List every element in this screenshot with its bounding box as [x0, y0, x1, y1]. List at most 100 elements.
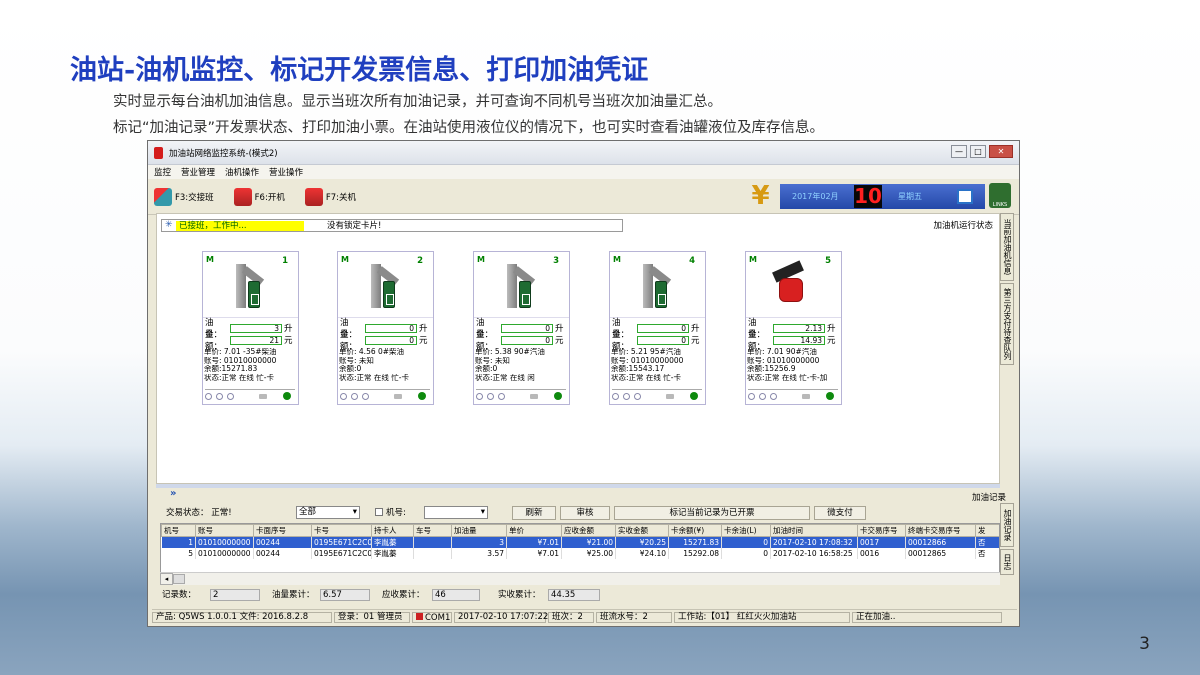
cell: 0 [721, 536, 771, 548]
cell: ¥20.25 [615, 536, 669, 548]
menu-pump-ops[interactable]: 油机操作 [225, 166, 259, 178]
pump-card-5[interactable]: M 5 油量： 2.13 升 金额： 14.93 元 单价: 7.01 90#汽油 账号… [745, 251, 842, 405]
col-unit-price[interactable]: 单价 [506, 524, 562, 537]
product-version: 产品: Q5WS 1.0.0.1 文件: 2016.8.2.8 [152, 612, 332, 623]
amount-unit: 元 [691, 336, 700, 346]
filter-select[interactable]: 全部 [296, 506, 360, 519]
indicator-circle-icon [351, 393, 358, 400]
pump-visual: M 5 [746, 252, 841, 318]
scroll-left-icon[interactable]: ◂ [160, 573, 173, 585]
col-pump-no[interactable]: 机号 [161, 524, 196, 537]
col-invoice[interactable]: 发 [975, 524, 999, 537]
wechat-pay-button[interactable]: 微支付 [814, 506, 866, 520]
cell: ¥7.01 [506, 536, 562, 548]
page-number: 3 [1139, 634, 1150, 654]
table-row[interactable]: 5 01010000000 00244 0195E671C2C0 李胤蓁 3.5… [161, 548, 999, 559]
tab-current-pump-info[interactable]: 当前加油机信息 [1000, 213, 1014, 281]
pump-state: 状态:正常 在线 闲 [475, 373, 535, 382]
col-card-fuel[interactable]: 卡余油(L) [721, 524, 771, 537]
cell: 01010000000 [195, 548, 254, 559]
pump-off-icon [304, 187, 323, 206]
yen-icon: ¥ [751, 181, 770, 211]
pump-card-2[interactable]: M 2 油量： 0 升 金额： 0 元 单价: 4.56 0#柴油 账号: 未知 余额:… [337, 251, 434, 405]
pump-card-3[interactable]: M 3 油量： 0 升 金额： 0 元 单价: 5.38 90#汽油 账号: 未知 余额… [473, 251, 570, 405]
horizontal-scrollbar[interactable]: ◂ [160, 572, 1000, 585]
amount-unit: 元 [284, 336, 293, 346]
col-fuel-time[interactable]: 加油时间 [770, 524, 858, 537]
pump-mode: M [341, 255, 349, 264]
shift-change-button[interactable]: F3:交接班 [154, 187, 214, 206]
workstation: 工作站:【01】 红红火火加油站 [674, 612, 850, 623]
account: 账号: 未知 [475, 356, 510, 365]
menu-business-ops[interactable]: 营业操作 [269, 166, 303, 178]
pump-number: 1 [282, 256, 288, 266]
unit-price: 单价: 5.38 90#汽油 [475, 348, 545, 356]
links-icon[interactable]: LINKS [989, 183, 1011, 208]
share-icon[interactable] [957, 189, 973, 204]
pump-off-label: F7:关机 [325, 192, 357, 203]
cell: 00012865 [905, 548, 976, 559]
account: 账号: 01010000000 [611, 356, 684, 365]
nozzle-icon [643, 264, 672, 308]
unit-price: 单价: 4.56 0#柴油 [339, 348, 405, 356]
records-label: 加油记录 [971, 493, 1006, 503]
shift-change-icon [154, 187, 172, 206]
close-button[interactable]: ✕ [989, 145, 1013, 158]
cell: 否 [975, 536, 999, 548]
col-terminal-trade-no[interactable]: 终端卡交易序号 [905, 524, 976, 537]
pump-card-1[interactable]: M 1 油量： 3 升 金额： 21 元 单价: 7.01 -35#柴油 账号: 010… [202, 251, 299, 405]
col-holder[interactable]: 持卡人 [371, 524, 414, 537]
shift-serial: 班流水号：2 [596, 612, 672, 623]
pump-no-select[interactable] [424, 506, 488, 519]
cell: 李胤蓁 [371, 548, 414, 559]
pump-off-button[interactable]: F7:关机 [304, 187, 357, 206]
refresh-button[interactable]: 刷新 [512, 506, 556, 520]
indicator-circle-icon [216, 393, 223, 400]
tab-third-party-pay-queue[interactable]: 第三方支付待查队列 [1000, 283, 1014, 365]
col-card-balance[interactable]: 卡余额(¥) [668, 524, 722, 537]
pump-state: 状态:正常 在线 忙-卡 [339, 373, 410, 382]
pump-on-button[interactable]: F6:开机 [233, 187, 285, 206]
pump-indicators [340, 392, 432, 402]
status-icon: ✳ [165, 220, 173, 230]
account: 账号: 未知 [339, 356, 374, 365]
indicator-circle-icon [634, 393, 641, 400]
status-bar: 产品: Q5WS 1.0.0.1 文件: 2016.8.2.8 登录：01 管理… [152, 609, 1017, 623]
col-card-face-no[interactable]: 卡面序号 [253, 524, 312, 537]
minimize-button[interactable]: — [951, 145, 967, 158]
pump-no-checkbox[interactable] [375, 508, 383, 516]
col-volume[interactable]: 加油量 [451, 524, 507, 537]
pump-card-4[interactable]: M 4 油量： 0 升 金额： 0 元 单价: 5.21 95#汽油 账号: 01010… [609, 251, 706, 405]
cell: 2017-02-10 17:08:32 [770, 536, 858, 548]
indicator-circle-icon [476, 393, 483, 400]
lower-side-tabs: 加油记录 日志 [1000, 503, 1014, 577]
account: 账号: 01010000000 [747, 356, 820, 365]
nozzle-icon [236, 264, 265, 308]
pump-mode: M [613, 255, 621, 264]
pump-no-filter[interactable]: 机号: [375, 507, 406, 520]
col-card-no[interactable]: 卡号 [311, 524, 372, 537]
tab-fuel-records[interactable]: 加油记录 [1000, 503, 1014, 547]
tab-log[interactable]: 日志 [1000, 549, 1014, 575]
indicator-circle-icon [770, 393, 777, 400]
unit-price: 单价: 7.01 -35#柴油 [204, 348, 277, 356]
weekday: 星期五 [898, 192, 922, 201]
cell: 0016 [857, 548, 906, 559]
col-card-trade-no[interactable]: 卡交易序号 [857, 524, 906, 537]
maximize-button[interactable]: □ [970, 145, 986, 158]
col-account[interactable]: 账号 [195, 524, 254, 537]
col-plate[interactable]: 车号 [413, 524, 452, 537]
description-line-1: 实时显示每台油机加油信息。显示当班次所有加油记录，并可查询不同机号当班次加油量汇… [113, 94, 722, 110]
col-amount-paid[interactable]: 实收金额 [615, 524, 669, 537]
indicator-circle-icon [205, 393, 212, 400]
account: 账号: 01010000000 [204, 356, 277, 365]
col-amount-due[interactable]: 应收金额 [561, 524, 616, 537]
table-row[interactable]: 1 01010000000 00244 0195E671C2C0 李胤蓁 3 ¥… [161, 536, 999, 548]
mark-invoiced-button[interactable]: 标记当前记录为已开票 [614, 506, 810, 520]
menu-business-mgmt[interactable]: 营业管理 [181, 166, 215, 178]
scroll-thumb[interactable] [173, 574, 185, 584]
review-button[interactable]: 审核 [560, 506, 610, 520]
cell: 3.57 [451, 548, 507, 559]
menu-monitor[interactable]: 监控 [154, 166, 171, 178]
collapse-icon[interactable]: » [170, 488, 176, 499]
